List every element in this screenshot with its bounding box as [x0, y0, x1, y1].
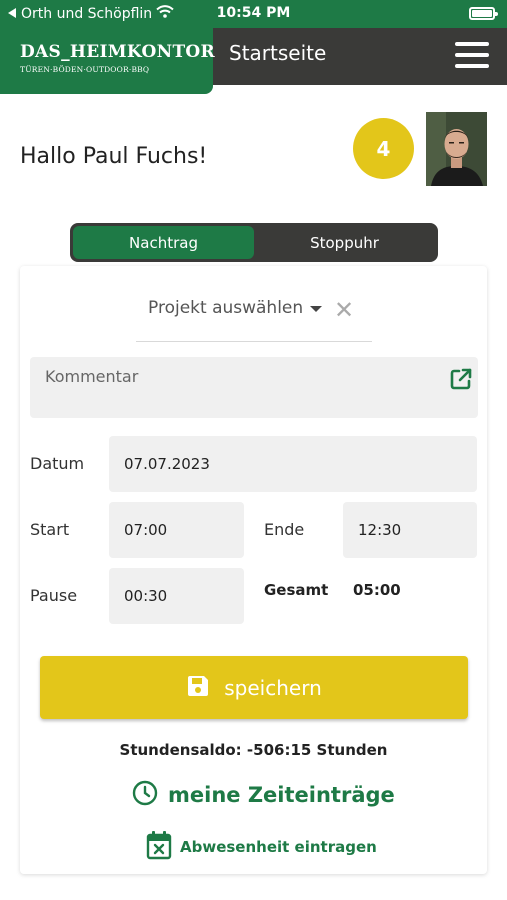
avatar[interactable]	[426, 112, 487, 186]
pause-field[interactable]: 00:30	[109, 568, 244, 624]
clear-icon[interactable]: ✕	[334, 296, 354, 324]
my-time-entries-label: meine Zeiteinträge	[168, 783, 395, 807]
register-absence-label: Abwesenheit eintragen	[180, 838, 377, 856]
floppy-disk-icon	[186, 674, 210, 702]
total-value: 05:00	[353, 581, 401, 599]
tab-stoppuhr[interactable]: Stoppuhr	[254, 226, 435, 259]
clock-icon	[132, 780, 158, 810]
battery-icon	[469, 7, 498, 20]
date-label: Datum	[30, 454, 85, 473]
project-dropdown[interactable]: Projekt auswählen ✕	[136, 290, 372, 342]
project-placeholder: Projekt auswählen	[148, 298, 304, 318]
logo-title: DAS_HEIMKONTOR	[20, 42, 215, 62]
my-time-entries-link[interactable]: meine Zeiteinträge	[132, 780, 395, 810]
user-photo-icon	[426, 112, 487, 186]
logo-subtitle: TÜREN·BÖDEN·OUTDOOR·BBQ	[20, 65, 150, 74]
end-label: Ende	[264, 520, 305, 539]
brand-logo[interactable]: DAS_HEIMKONTOR TÜREN·BÖDEN·OUTDOOR·BBQ	[0, 28, 215, 94]
save-button[interactable]: speichern	[40, 656, 468, 719]
save-button-label: speichern	[224, 675, 322, 700]
tab-nachtrag[interactable]: Nachtrag	[73, 226, 254, 259]
external-link-icon[interactable]	[449, 367, 473, 391]
date-field[interactable]: 07.07.2023	[109, 436, 477, 492]
total-label: Gesamt	[264, 581, 329, 599]
greeting-text: Hallo Paul Fuchs!	[20, 144, 208, 169]
status-time: 10:54 PM	[216, 5, 291, 21]
pause-label: Pause	[30, 586, 78, 605]
comment-placeholder: Kommentar	[45, 367, 139, 386]
calendar-x-icon	[146, 830, 172, 864]
mode-tabs: Nachtrag Stoppuhr	[70, 223, 438, 262]
start-label: Start	[30, 520, 70, 539]
app-header: Startseite DAS_HEIMKONTOR TÜREN·BÖDEN·OU…	[0, 28, 507, 94]
register-absence-link[interactable]: Abwesenheit eintragen	[146, 830, 377, 864]
end-time-field[interactable]: 12:30	[343, 502, 477, 558]
comment-field[interactable]: Kommentar	[30, 357, 478, 418]
notification-count-badge[interactable]: 4	[353, 118, 414, 179]
page-title: Startseite	[229, 41, 327, 65]
start-time-field[interactable]: 07:00	[109, 502, 244, 558]
hamburger-menu-icon[interactable]	[455, 42, 489, 68]
chevron-down-icon	[310, 306, 322, 312]
hours-balance: Stundensaldo: -506:15 Stunden	[119, 741, 388, 759]
status-bar: Orth und Schöpflin 10:54 PM	[0, 0, 507, 28]
